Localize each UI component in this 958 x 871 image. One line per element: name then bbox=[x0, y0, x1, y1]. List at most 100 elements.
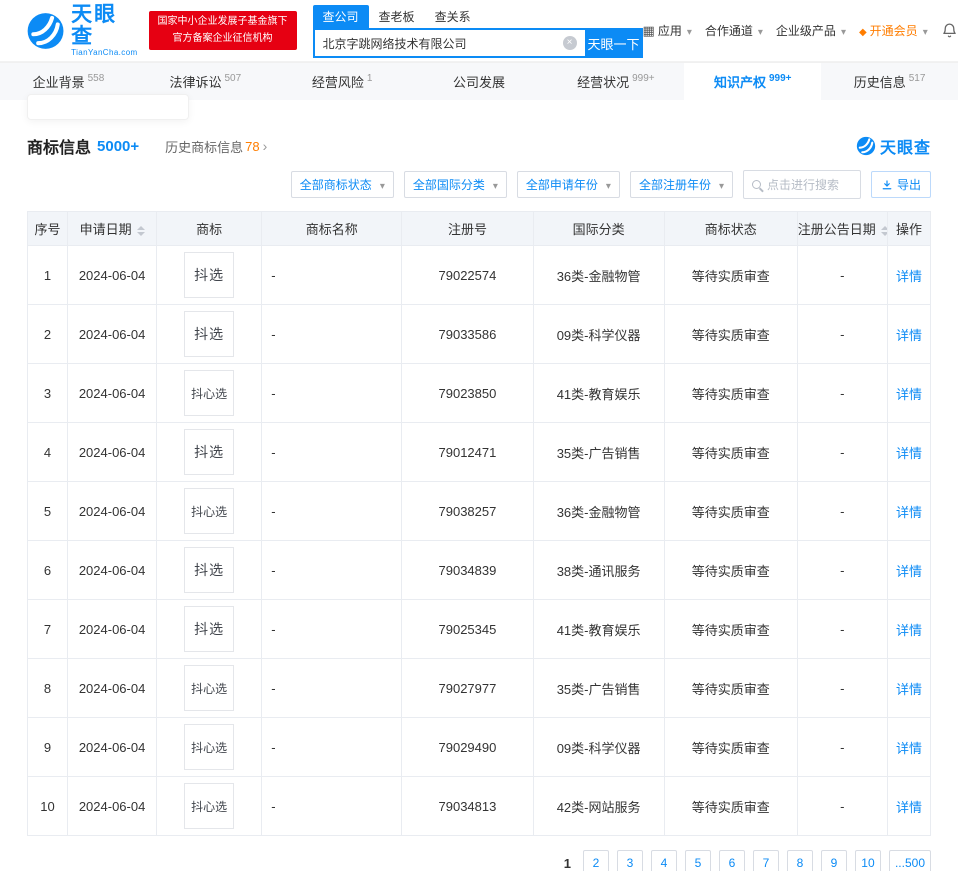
filter-label: 全部申请年份 bbox=[525, 178, 598, 192]
column-header[interactable]: 注册公告日期 bbox=[796, 211, 888, 246]
row-trademark-name: - bbox=[261, 717, 403, 777]
column-header: 注册号 bbox=[401, 211, 534, 246]
row-intl-class: 35类-广告销售 bbox=[532, 422, 665, 482]
search-tab-relation[interactable]: 查关系 bbox=[425, 5, 481, 28]
detail-link[interactable]: 详情 bbox=[896, 505, 922, 520]
tab-history-info[interactable]: 历史信息 517 bbox=[821, 63, 958, 100]
search-input[interactable] bbox=[312, 28, 585, 58]
chevron-down-icon bbox=[485, 178, 498, 192]
sort-asc-icon bbox=[880, 225, 887, 230]
trademark-image[interactable]: 抖选 bbox=[184, 311, 235, 357]
trademark-image[interactable]: 抖心选 bbox=[184, 665, 235, 711]
search-tab-company[interactable]: 查公司 bbox=[312, 5, 369, 28]
chevron-down-icon bbox=[839, 24, 846, 38]
export-label: 导出 bbox=[896, 178, 921, 192]
detail-link[interactable]: 详情 bbox=[896, 800, 922, 815]
row-mark-cell: 抖选 bbox=[156, 304, 263, 364]
trademark-image[interactable]: 抖选 bbox=[184, 252, 235, 298]
row-status: 等待实质审查 bbox=[663, 245, 798, 305]
trademark-image[interactable]: 抖心选 bbox=[184, 783, 235, 829]
search-tabs: 查公司 查老板 查关系 bbox=[312, 5, 643, 28]
sort-icon[interactable] bbox=[136, 225, 145, 236]
row-action-cell: 详情 bbox=[886, 658, 932, 718]
brand-name: 天眼查 bbox=[71, 2, 118, 48]
detail-link[interactable]: 详情 bbox=[896, 741, 922, 756]
table-row: 8 2024-06-04 抖心选 -79027977 35类-广告销售 等待实质审查 - 详情 bbox=[26, 658, 932, 718]
row-trademark-name: - bbox=[261, 540, 403, 600]
row-intl-class: 42类-网站服务 bbox=[532, 776, 665, 836]
export-button[interactable]: 导出 bbox=[870, 171, 931, 198]
column-header-label: 申请日期 bbox=[79, 222, 132, 237]
tianyancha-logo[interactable]: 天眼查 TianYanCha.com bbox=[26, 2, 139, 57]
tab-intellectual-property[interactable]: 知识产权 999+ bbox=[684, 63, 822, 100]
row-apply-date: 2024-06-04 bbox=[67, 422, 158, 482]
row-no: 7 bbox=[26, 599, 69, 659]
filter-apply-year[interactable]: 全部申请年份 bbox=[516, 171, 620, 198]
history-trademark-link[interactable]: 历史商标信息 78 bbox=[165, 137, 267, 156]
detail-link[interactable]: 详情 bbox=[896, 269, 922, 284]
tab-label: 企业背景 bbox=[32, 75, 85, 90]
detail-link[interactable]: 详情 bbox=[896, 682, 922, 697]
trademark-image[interactable]: 抖选 bbox=[184, 547, 235, 593]
column-header: 操作 bbox=[886, 211, 932, 246]
topnav-vip[interactable]: 开通会员 bbox=[859, 22, 928, 39]
tianyancha-watermark: 天眼查 bbox=[856, 134, 931, 158]
detail-link[interactable]: 详情 bbox=[896, 446, 922, 461]
pagination-page[interactable]: 8 bbox=[786, 850, 813, 871]
tab-operational-risk[interactable]: 经营风险 1 bbox=[274, 63, 411, 100]
topnav-apps[interactable]: 应用 bbox=[643, 22, 692, 39]
topnav-cooperation[interactable]: 合作通道 bbox=[705, 22, 763, 39]
filter-trademark-status[interactable]: 全部商标状态 bbox=[290, 171, 394, 198]
column-header[interactable]: 申请日期 bbox=[67, 211, 158, 246]
trademark-image[interactable]: 抖心选 bbox=[184, 724, 235, 770]
row-trademark-name: - bbox=[261, 245, 403, 305]
topnav-notifications[interactable] bbox=[941, 22, 958, 39]
detail-link[interactable]: 详情 bbox=[896, 387, 922, 402]
pagination-page[interactable]: 9 bbox=[820, 850, 847, 871]
trademark-image[interactable]: 抖心选 bbox=[184, 370, 235, 416]
pagination-more[interactable]: ...500 bbox=[888, 850, 931, 871]
pagination-page[interactable]: 6 bbox=[718, 850, 745, 871]
tab-label: 历史信息 bbox=[853, 75, 906, 90]
search-tab-boss[interactable]: 查老板 bbox=[369, 5, 425, 28]
row-registration-no: 79012471 bbox=[401, 422, 534, 482]
row-action-cell: 详情 bbox=[886, 304, 932, 364]
pagination-page[interactable]: 10 bbox=[854, 850, 881, 871]
column-header-label: 商标名称 bbox=[305, 222, 358, 237]
detail-link[interactable]: 详情 bbox=[896, 623, 922, 638]
trademark-image[interactable]: 抖选 bbox=[184, 606, 235, 652]
row-no: 2 bbox=[26, 304, 69, 364]
row-registration-no: 79029490 bbox=[401, 717, 534, 777]
column-header-label: 序号 bbox=[34, 222, 61, 237]
table-search[interactable]: 点击进行搜索 bbox=[742, 170, 861, 199]
filter-intl-class[interactable]: 全部国际分类 bbox=[403, 171, 507, 198]
tab-label: 公司发展 bbox=[453, 75, 506, 90]
row-apply-date: 2024-06-04 bbox=[67, 599, 158, 659]
detail-link[interactable]: 详情 bbox=[896, 328, 922, 343]
row-status: 等待实质审查 bbox=[663, 540, 798, 600]
tab-business-status[interactable]: 经营状况 999+ bbox=[547, 63, 684, 100]
pagination-page[interactable]: 3 bbox=[616, 850, 643, 871]
tab-label: 知识产权 bbox=[713, 75, 766, 90]
pagination-page[interactable]: 2 bbox=[582, 850, 609, 871]
pagination-page[interactable]: 7 bbox=[752, 850, 779, 871]
trademark-image[interactable]: 抖心选 bbox=[184, 488, 235, 534]
tab-label: 法律诉讼 bbox=[169, 75, 222, 90]
clear-icon[interactable] bbox=[562, 36, 577, 50]
pagination-page[interactable]: 4 bbox=[650, 850, 677, 871]
trademark-image[interactable]: 抖选 bbox=[184, 429, 235, 475]
sort-icon[interactable] bbox=[880, 225, 887, 236]
topnav-label: 合作通道 bbox=[704, 24, 753, 38]
detail-link[interactable]: 详情 bbox=[896, 564, 922, 579]
trademark-table: 序号 申请日期 商标 商标名称 注册号 国际分类 商标状态 注册公告日期 操作 1 2024-06… bbox=[26, 211, 932, 836]
column-header: 国际分类 bbox=[532, 211, 665, 246]
search-button[interactable]: 天眼一下 bbox=[584, 28, 643, 58]
filter-reg-year[interactable]: 全部注册年份 bbox=[629, 171, 733, 198]
row-no: 3 bbox=[26, 363, 69, 423]
topnav-enterprise-products[interactable]: 企业级产品 bbox=[776, 22, 846, 39]
history-label: 历史商标信息 bbox=[165, 139, 244, 155]
row-intl-class: 09类-科学仪器 bbox=[532, 717, 665, 777]
pagination-page[interactable]: 5 bbox=[684, 850, 711, 871]
tab-company-development[interactable]: 公司发展 bbox=[411, 63, 548, 100]
table-row: 9 2024-06-04 抖心选 -79029490 09类-科学仪器 等待实质审查 - 详情 bbox=[26, 717, 932, 777]
